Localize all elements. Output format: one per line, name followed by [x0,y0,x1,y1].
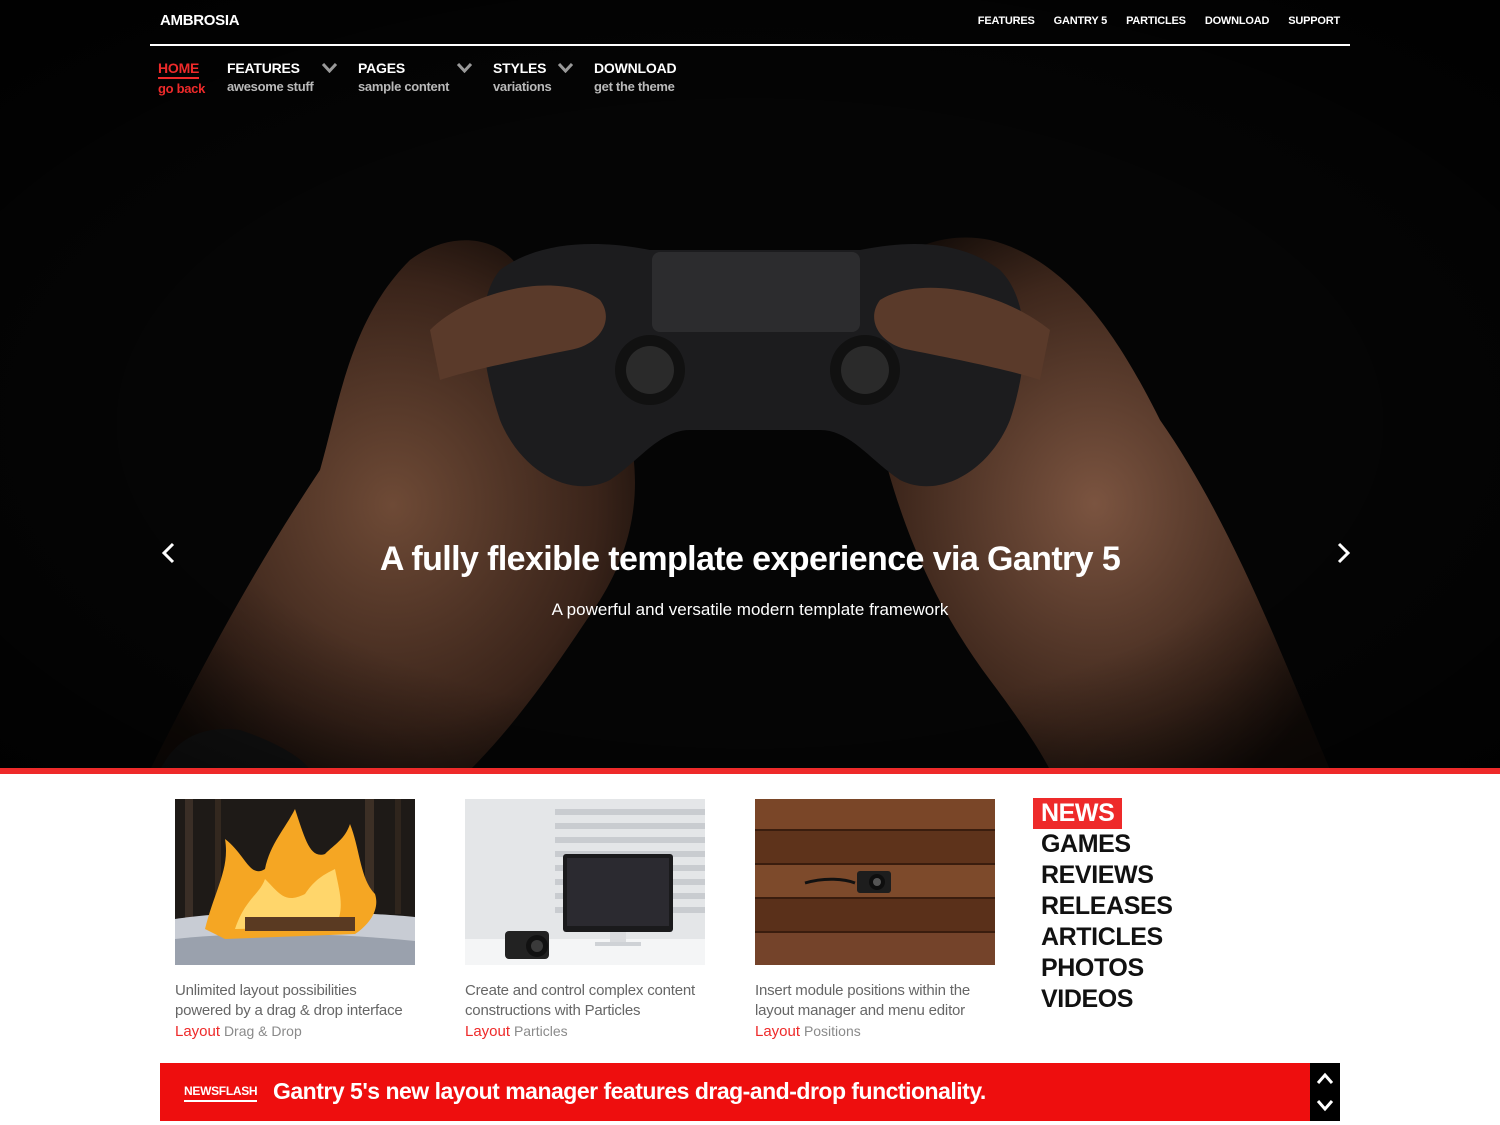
menu-item-pages[interactable]: PAGES sample content [358,60,493,96]
top-link-particles[interactable]: PARTICLES [1126,15,1186,27]
newsflash-bar: NEWSFLASH Gantry 5's new layout manager … [160,1063,1340,1121]
menu-item-title: STYLES [493,60,594,76]
newsflash-label: NEWSFLASH [184,1084,257,1102]
card-tag-link[interactable]: Drag & Drop [224,1023,302,1039]
chevron-down-icon [558,61,573,76]
menu-item-title: PAGES [358,60,493,76]
top-link-download[interactable]: DOWNLOAD [1205,15,1269,27]
site-logo[interactable]: AMBROSIA [160,12,239,29]
slider-next-button[interactable] [1331,541,1355,565]
main-menu: HOME go back FEATURES awesome stuff PAGE… [158,60,694,96]
feature-card: Create and control complex content const… [465,799,705,1040]
top-link-features[interactable]: FEATURES [978,15,1035,27]
feature-card: Unlimited layout possibilities powered b… [175,799,415,1040]
category-list: NEWS GAMES REVIEWS RELEASES ARTICLES PHO… [1033,798,1181,1015]
menu-item-title: HOME [158,61,199,79]
card-image-burning-chair[interactable] [175,799,415,965]
card-image-camera-wood[interactable] [755,799,995,965]
feature-card: Insert module positions within the layou… [755,799,995,1040]
menu-item-home[interactable]: HOME go back [158,60,227,96]
hero-slider: AMBROSIA FEATURES GANTRY 5 PARTICLES DOW… [0,0,1500,770]
menu-item-title: DOWNLOAD [594,60,694,76]
card-description: Create and control complex content const… [465,981,705,1021]
newsflash-headline[interactable]: Gantry 5's new layout manager features d… [273,1078,986,1105]
slide-title: A fully flexible template experience via… [0,540,1500,579]
category-games[interactable]: GAMES [1033,829,1181,860]
newsflash-prev-button[interactable] [1315,1069,1335,1089]
card-category-link[interactable]: Layout [465,1023,510,1040]
menu-item-subtitle: variations [493,79,594,94]
card-tag-link[interactable]: Positions [804,1023,861,1039]
slide-subtitle: A powerful and versatile modern template… [0,600,1500,620]
chevron-down-icon [457,61,472,76]
card-image-monitor-camera[interactable] [465,799,705,965]
card-category-link[interactable]: Layout [175,1023,220,1040]
menu-item-subtitle: sample content [358,79,493,94]
newsflash-next-button[interactable] [1315,1095,1335,1115]
feature-cards: Unlimited layout possibilities powered b… [175,799,995,1040]
category-news[interactable]: NEWS [1033,798,1122,829]
chevron-right-icon [1331,541,1355,565]
menu-item-subtitle: awesome stuff [227,79,358,94]
category-videos[interactable]: VIDEOS [1033,984,1181,1015]
menu-item-download[interactable]: DOWNLOAD get the theme [594,60,694,96]
top-link-support[interactable]: SUPPORT [1288,15,1340,27]
menu-item-subtitle: go back [158,81,227,96]
card-meta: Layout Drag & Drop [175,1023,415,1040]
category-releases[interactable]: RELEASES [1033,891,1181,922]
card-description: Unlimited layout possibilities powered b… [175,981,415,1021]
category-articles[interactable]: ARTICLES [1033,922,1181,953]
card-tag-link[interactable]: Particles [514,1023,568,1039]
slider-prev-button[interactable] [157,541,181,565]
menu-item-features[interactable]: FEATURES awesome stuff [227,60,358,96]
category-photos[interactable]: PHOTOS [1033,953,1181,984]
card-meta: Layout Positions [755,1023,995,1040]
card-meta: Layout Particles [465,1023,705,1040]
chevron-up-icon [1315,1069,1335,1089]
chevron-down-icon [322,61,337,76]
hero-image-hands-controller [0,0,1500,770]
content-section: Unlimited layout possibilities powered b… [0,774,1500,1125]
menu-item-title: FEATURES [227,60,358,76]
newsflash-controls [1310,1063,1340,1121]
category-reviews[interactable]: REVIEWS [1033,860,1181,891]
menu-item-styles[interactable]: STYLES variations [493,60,594,96]
card-description: Insert module positions within the layou… [755,981,995,1021]
top-link-gantry5[interactable]: GANTRY 5 [1054,15,1107,27]
top-bar: AMBROSIA FEATURES GANTRY 5 PARTICLES DOW… [150,0,1350,46]
menu-item-subtitle: get the theme [594,79,694,94]
chevron-down-icon [1315,1095,1335,1115]
top-nav: FEATURES GANTRY 5 PARTICLES DOWNLOAD SUP… [978,15,1340,27]
chevron-left-icon [157,541,181,565]
card-category-link[interactable]: Layout [755,1023,800,1040]
